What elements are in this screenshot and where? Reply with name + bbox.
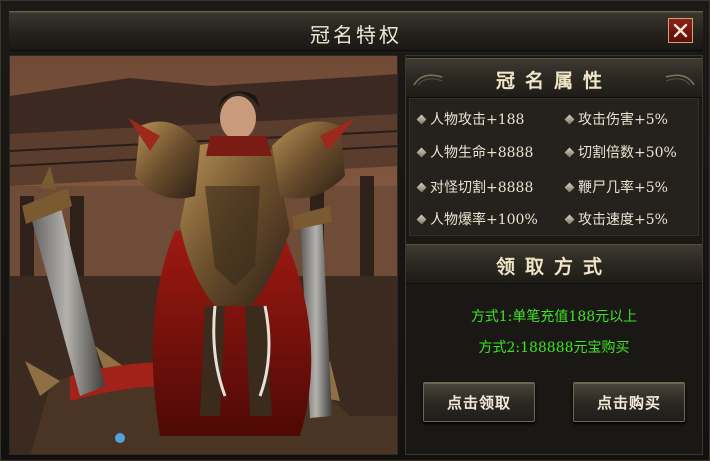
diamond-icon — [416, 114, 427, 124]
attr-whip-chance: 鞭尸几率+5% — [564, 177, 668, 197]
close-button[interactable] — [668, 18, 693, 43]
close-icon — [673, 23, 688, 38]
acquire-title: 领取方式 — [495, 256, 612, 278]
attributes-list: 人物攻击+188 攻击伤害+5% 人物生命+8888 切割倍数+50% 对怪切割… — [409, 98, 699, 236]
acquire-header: 领取方式 — [406, 244, 702, 284]
method-purchase: 方式2:188888元宝购买 — [478, 340, 630, 356]
buy-button[interactable]: 点击购买 — [573, 382, 685, 422]
method-recharge: 方式1:单笔充值188元以上 — [470, 309, 638, 325]
attr-attack: 人物攻击+188 — [416, 109, 524, 129]
character-artwork — [9, 55, 398, 455]
attr-attack-speed: 攻击速度+5% — [564, 209, 668, 229]
claim-button[interactable]: 点击领取 — [423, 382, 535, 422]
diamond-icon — [564, 114, 575, 124]
diamond-icon — [416, 214, 427, 224]
window-title: 冠名特权 — [310, 23, 402, 47]
diamond-icon — [564, 182, 575, 192]
info-panel: 冠名属性 人物攻击+188 攻击伤害+5% 人物生命+8888 切割倍数+50%… — [405, 55, 703, 455]
attr-monster-cut: 对怪切割+8888 — [416, 177, 533, 197]
privilege-window: 冠名特权 冠名属性 人物攻击+188 攻击伤害+5% 人物生命+8888 切割倍… — [0, 0, 710, 461]
attr-life: 人物生命+8888 — [416, 142, 533, 162]
attributes-header: 冠名属性 — [406, 58, 702, 98]
diamond-icon — [416, 147, 427, 157]
attributes-title: 冠名属性 — [495, 70, 612, 92]
ornament-icon — [665, 74, 695, 86]
attr-damage: 攻击伤害+5% — [564, 109, 668, 129]
diamond-icon — [564, 147, 575, 157]
character-illustration — [10, 56, 397, 454]
title-bar: 冠名特权 — [9, 11, 703, 51]
diamond-icon — [564, 214, 575, 224]
attr-cut-multiplier: 切割倍数+50% — [564, 142, 677, 162]
attr-drop-rate: 人物爆率+100% — [416, 209, 538, 229]
diamond-icon — [416, 182, 427, 192]
